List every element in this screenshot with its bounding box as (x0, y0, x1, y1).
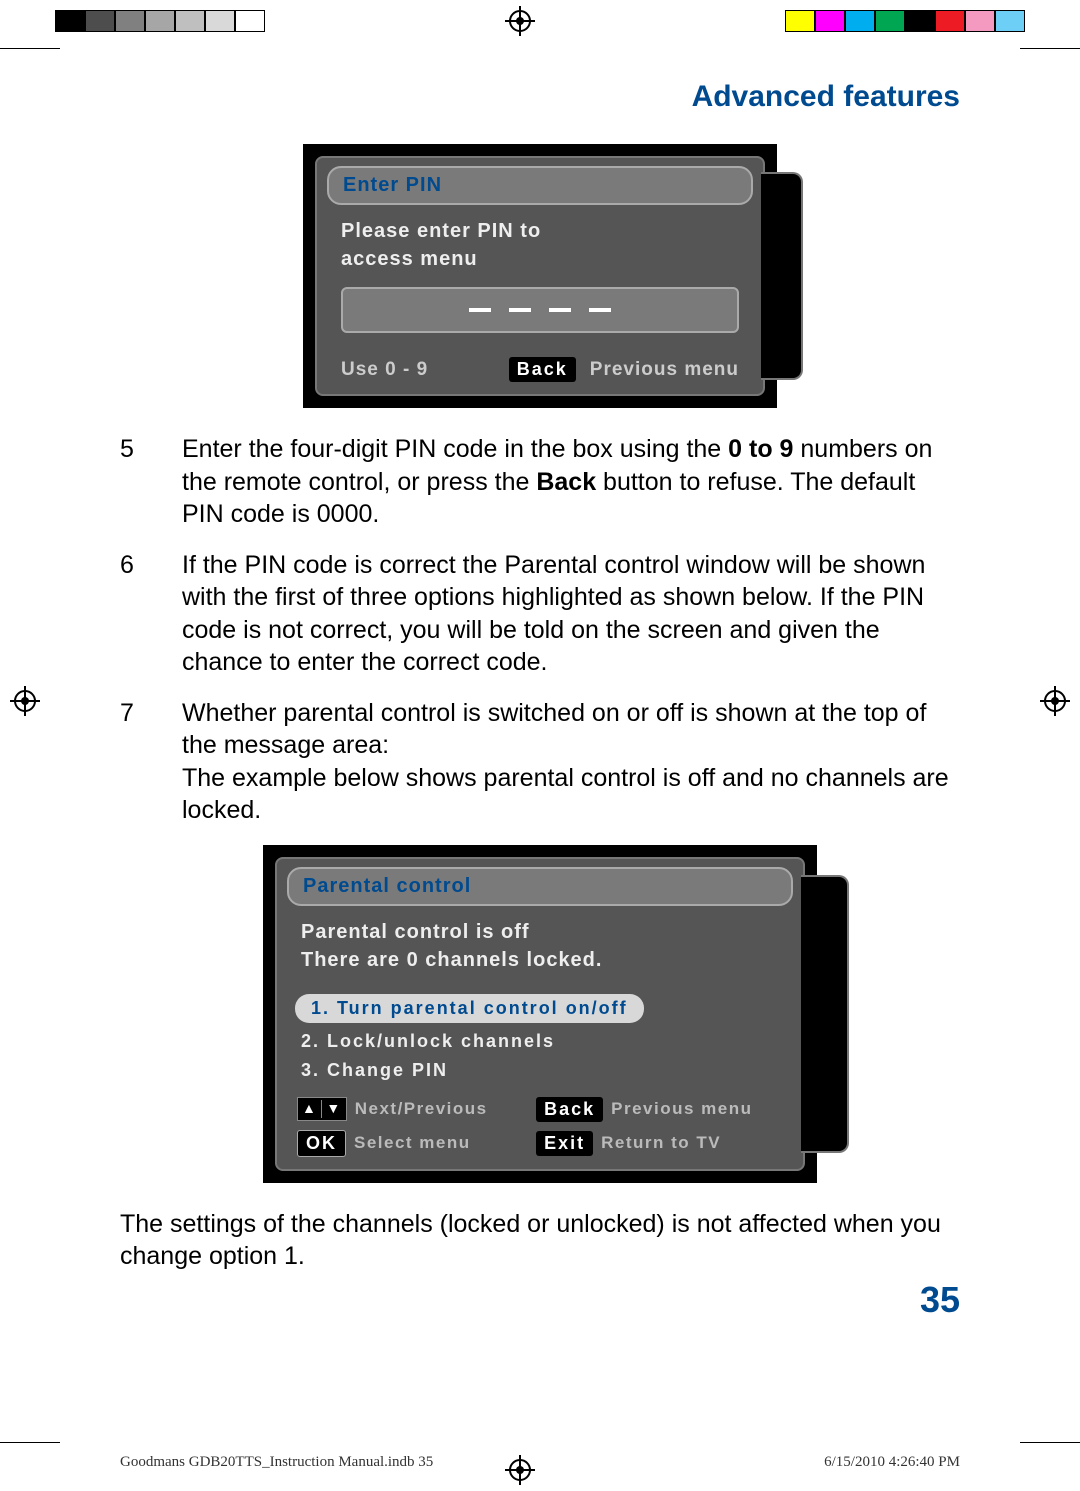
text-bold: Back (536, 468, 596, 496)
registration-mark-icon (505, 6, 535, 36)
hint-use-numbers: Use 0 - 9 (341, 359, 428, 381)
parental-control-dialog: Parental control Parental control is off… (263, 845, 817, 1183)
print-footer: Goodmans GDB20TTS_Instruction Manual.ind… (120, 1454, 960, 1471)
dialog-message-line1: Please enter PIN to (341, 220, 541, 242)
page-content: Advanced features Enter PIN Please enter… (120, 80, 960, 1273)
step-text: Enter the four-digit PIN code in the box… (182, 433, 960, 531)
closing-paragraph: The settings of the channels (locked or … (120, 1208, 960, 1273)
step-7: 7 Whether parental control is switched o… (120, 697, 960, 827)
color-bar-right (785, 10, 1025, 32)
hint-label: Previous menu (611, 1099, 752, 1119)
menu-option-2[interactable]: 2. Lock/unlock channels (277, 1029, 803, 1054)
step-number: 5 (120, 433, 152, 531)
pin-digit-slot (509, 308, 531, 312)
crop-mark (1020, 48, 1080, 49)
dialog-title: Enter PIN (327, 166, 753, 205)
step-text: Whether parental control is switched on … (182, 697, 960, 827)
menu-option-1[interactable]: 1. Turn parental control on/off (277, 992, 803, 1025)
hint-nav: ▲▼ Next/Previous (297, 1097, 518, 1122)
crop-mark (0, 1442, 60, 1443)
back-key-label: Back (509, 357, 576, 382)
pin-digit-slot (589, 308, 611, 312)
dialog-hint-row: Use 0 - 9 Back Previous menu (317, 351, 763, 382)
registration-mark-icon (1040, 686, 1070, 716)
step-number: 6 (120, 549, 152, 679)
exit-key-label: Exit (536, 1131, 593, 1156)
hint-previous-menu: Previous menu (590, 359, 739, 381)
hint-label: Next/Previous (355, 1099, 488, 1119)
pin-digit-slot (549, 308, 571, 312)
dialog-message: Please enter PIN to access menu (317, 217, 763, 273)
dialog-side-tab (761, 172, 803, 380)
step-6: 6 If the PIN code is correct the Parenta… (120, 549, 960, 679)
color-bar-left (55, 10, 265, 32)
step-5: 5 Enter the four-digit PIN code in the b… (120, 433, 960, 531)
menu-option-3[interactable]: 3. Change PIN (277, 1058, 803, 1083)
text-fragment: The example below shows parental control… (182, 764, 949, 825)
page-number: 35 (920, 1279, 960, 1321)
text-fragment: Whether parental control is switched on … (182, 699, 926, 760)
crop-mark (0, 48, 60, 49)
hint-ok: OK Select menu (297, 1130, 518, 1157)
document-page: Advanced features Enter PIN Please enter… (0, 0, 1080, 1491)
hint-back: Back Previous menu (536, 1097, 783, 1122)
dialog-title: Parental control (287, 867, 793, 906)
dialog-hint-grid: ▲▼ Next/Previous Back Previous menu OK S… (277, 1087, 803, 1157)
text-bold: 0 to 9 (728, 435, 793, 463)
dialog-side-tab (801, 875, 849, 1153)
instruction-steps: 5 Enter the four-digit PIN code in the b… (120, 433, 960, 827)
ok-key-label: OK (297, 1130, 346, 1157)
footer-timestamp: 6/15/2010 4:26:40 PM (824, 1454, 960, 1471)
pin-input-field[interactable] (341, 287, 739, 333)
dialog-message-line2: access menu (341, 248, 478, 270)
section-title: Advanced features (120, 80, 960, 114)
step-text: If the PIN code is correct the Parental … (182, 549, 960, 679)
crop-mark (1020, 1442, 1080, 1443)
enter-pin-dialog: Enter PIN Please enter PIN to access men… (303, 144, 777, 408)
text-fragment: Enter the four-digit PIN code in the box… (182, 435, 728, 463)
hint-label: Select menu (354, 1133, 471, 1153)
hint-exit: Exit Return to TV (536, 1130, 783, 1157)
status-line2: There are 0 channels locked. (301, 949, 602, 971)
pin-digit-slot (469, 308, 491, 312)
footer-filename: Goodmans GDB20TTS_Instruction Manual.ind… (120, 1454, 433, 1471)
selected-option-label: 1. Turn parental control on/off (295, 994, 644, 1023)
status-text: Parental control is off There are 0 chan… (277, 918, 803, 988)
registration-mark-icon (10, 686, 40, 716)
status-line1: Parental control is off (301, 921, 530, 943)
back-key-label: Back (536, 1097, 603, 1122)
hint-label: Return to TV (601, 1133, 721, 1153)
step-number: 7 (120, 697, 152, 827)
up-down-arrows-icon: ▲▼ (297, 1097, 347, 1121)
